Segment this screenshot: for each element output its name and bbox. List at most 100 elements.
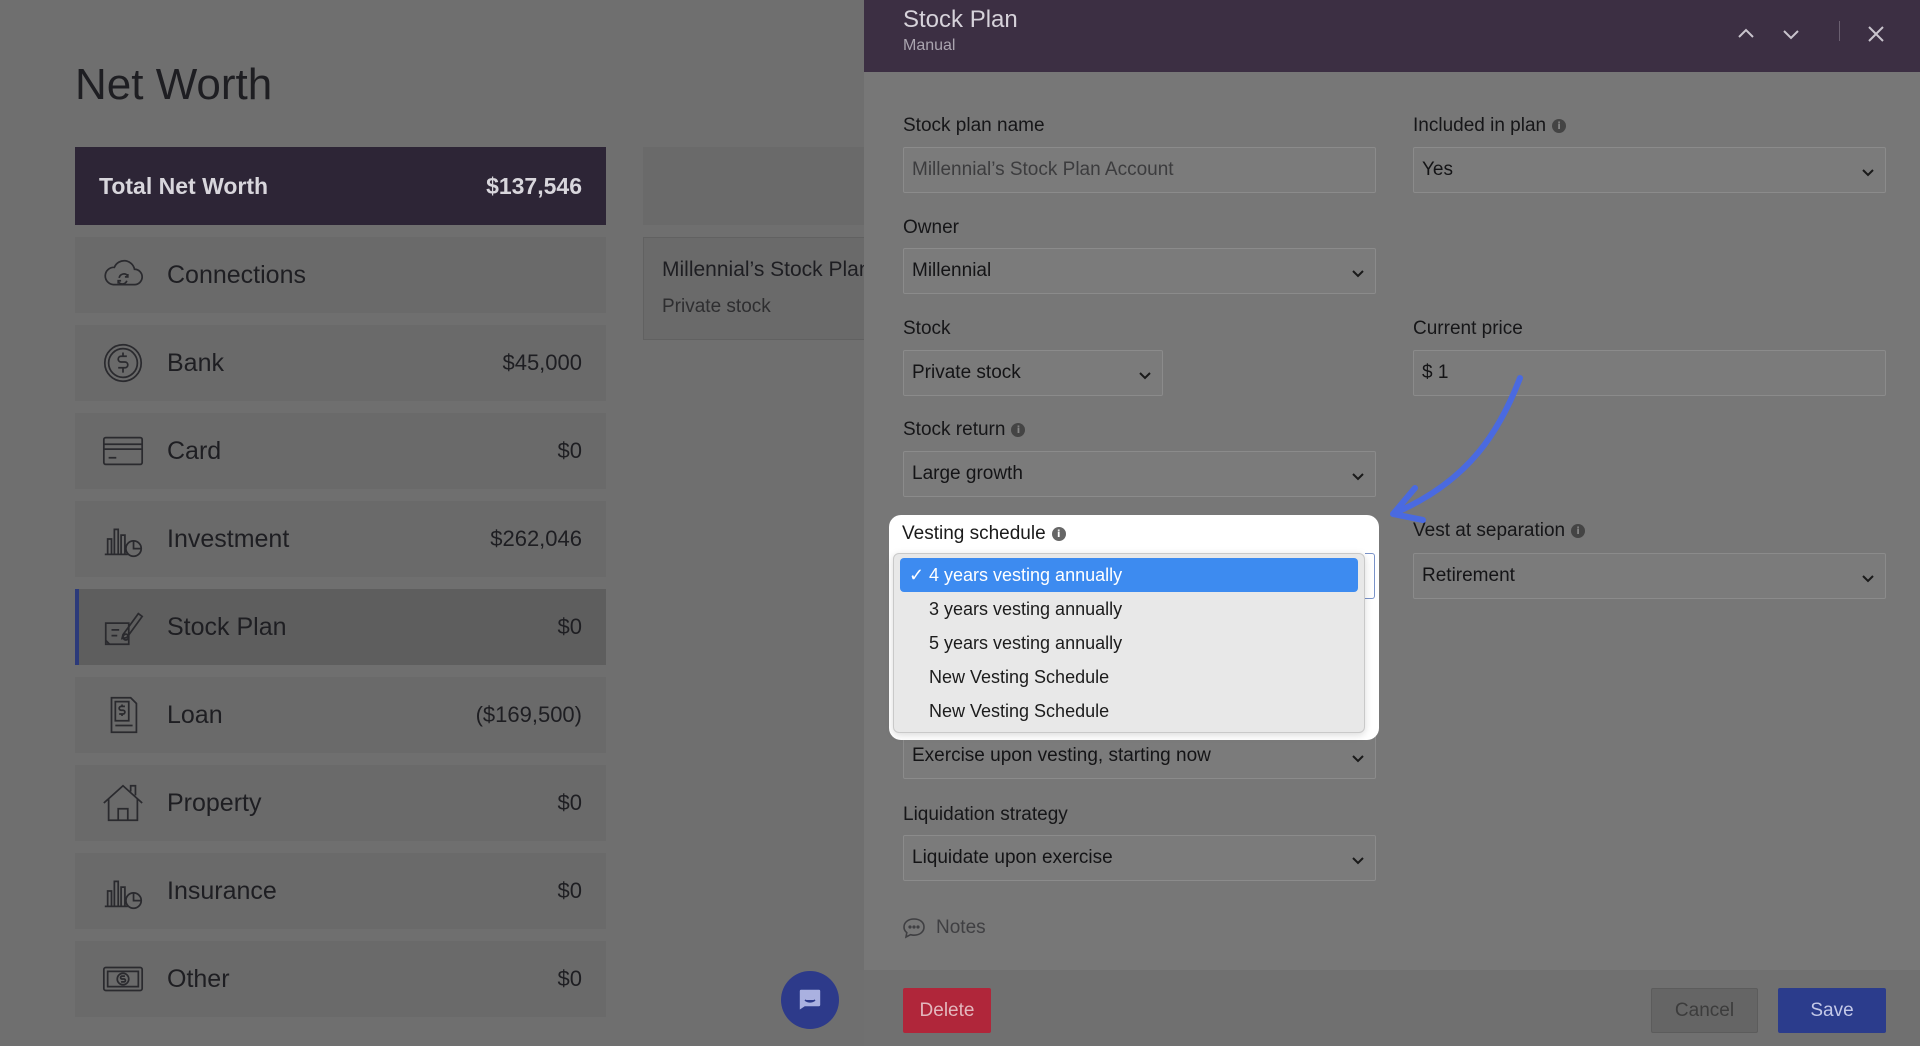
- vest-at-separation-select[interactable]: Retirement: [1413, 553, 1886, 599]
- label-text: Stock return: [903, 419, 1006, 440]
- info-icon[interactable]: i: [1571, 524, 1586, 538]
- info-icon[interactable]: i: [1051, 527, 1066, 541]
- dollar-document-icon: [99, 691, 147, 739]
- total-net-worth-bar[interactable]: Total Net Worth $137,546: [75, 147, 606, 225]
- next-button[interactable]: [1775, 18, 1807, 50]
- cloud-sync-icon: [99, 251, 147, 299]
- stock-return-select[interactable]: Large growth: [903, 451, 1376, 497]
- nav-value: $0: [557, 614, 582, 639]
- nav-label: Insurance: [167, 876, 277, 905]
- chevron-up-icon: [1738, 28, 1754, 38]
- vesting-option[interactable]: New Vesting Schedule: [900, 660, 1358, 694]
- select-value: Millennial: [912, 260, 992, 281]
- checkmark-icon: ✓: [909, 564, 925, 585]
- option-label: 5 years vesting annually: [929, 632, 1123, 653]
- house-icon: [99, 779, 147, 827]
- nav-item-investment[interactable]: Investment $262,046: [75, 501, 606, 577]
- select-value: Liquidate upon exercise: [912, 847, 1113, 868]
- label-text: Current price: [1413, 318, 1523, 339]
- chat-button[interactable]: [781, 971, 839, 1029]
- close-icon: [1868, 26, 1884, 42]
- save-button[interactable]: Save: [1778, 988, 1886, 1033]
- vesting-option[interactable]: 3 years vesting annually: [900, 592, 1358, 626]
- nav-item-property[interactable]: Property $0: [75, 765, 606, 841]
- placeholder-text: Millennial’s Stock Plan Account: [912, 159, 1174, 180]
- select-value: Retirement: [1422, 565, 1515, 586]
- liquidation-strategy-select[interactable]: Liquidate upon exercise: [903, 835, 1376, 881]
- nav-label: Other: [167, 964, 230, 993]
- close-button[interactable]: [1860, 18, 1892, 50]
- nav-value: $0: [557, 878, 582, 903]
- chevron-down-icon: [1351, 749, 1365, 763]
- select-value: Private stock: [912, 362, 1021, 383]
- stock-plan-name-input[interactable]: Millennial’s Stock Plan Account: [903, 147, 1376, 193]
- stock-label: Stock: [903, 318, 951, 340]
- owner-select[interactable]: Millennial: [903, 248, 1376, 294]
- nav-label: Connections: [167, 260, 306, 289]
- option-label: 4 years vesting annually: [929, 564, 1123, 585]
- owner-label: Owner: [903, 217, 959, 239]
- included-in-plan-select[interactable]: Yes: [1413, 147, 1886, 193]
- option-label: New Vesting Schedule: [929, 700, 1110, 721]
- drawer-header: Stock Plan Manual: [864, 0, 1920, 72]
- banknote-icon: [99, 955, 147, 1003]
- stock-return-label: Stock return i: [903, 419, 1026, 441]
- info-icon[interactable]: i: [1011, 423, 1026, 437]
- select-value: Large growth: [912, 463, 1023, 484]
- account-card-subtitle: Private stock: [662, 296, 771, 317]
- vesting-schedule-highlight: Vesting schedule i ✓ 4 years vesting ann…: [889, 515, 1379, 740]
- stock-select[interactable]: Private stock: [903, 350, 1163, 396]
- chevron-down-icon: [1783, 30, 1799, 40]
- nav-value: $0: [557, 966, 582, 991]
- label-text: Stock plan name: [903, 115, 1045, 136]
- label-text: Owner: [903, 217, 959, 238]
- vesting-option[interactable]: 5 years vesting annually: [900, 626, 1358, 660]
- nav-label: Investment: [167, 524, 290, 553]
- label-text: Stock: [903, 318, 951, 339]
- label-text: Vesting schedule: [902, 523, 1046, 544]
- nav-item-card[interactable]: Card $0: [75, 413, 606, 489]
- dollar-coin-icon: [99, 339, 147, 387]
- vesting-option-selected[interactable]: ✓ 4 years vesting annually: [900, 558, 1358, 592]
- vesting-schedule-options: ✓ 4 years vesting annually 3 years vesti…: [893, 553, 1365, 733]
- chevron-down-icon: [1861, 569, 1875, 583]
- account-category-list: Total Net Worth $137,546 Connections Ban…: [75, 147, 606, 1017]
- account-card-title: Millennial’s Stock Plan: [662, 258, 868, 281]
- previous-button[interactable]: [1730, 18, 1762, 50]
- nav-item-insurance[interactable]: Insurance $0: [75, 853, 606, 929]
- option-label: 3 years vesting annually: [929, 598, 1123, 619]
- notes-link[interactable]: Notes: [902, 917, 986, 939]
- stock-plan-name-label: Stock plan name: [903, 115, 1045, 137]
- liquidation-strategy-label: Liquidation strategy: [903, 804, 1068, 826]
- select-value: Yes: [1422, 159, 1453, 180]
- delete-button[interactable]: Delete: [903, 988, 991, 1033]
- cancel-button[interactable]: Cancel: [1651, 988, 1758, 1033]
- chevron-down-icon: [1351, 851, 1365, 865]
- signed-certificate-icon: [99, 603, 147, 651]
- drawer-subtitle: Manual: [903, 37, 956, 54]
- total-label: Total Net Worth: [99, 172, 269, 199]
- annotation-arrow-icon: [1390, 375, 1523, 523]
- nav-item-connections[interactable]: Connections: [75, 237, 606, 313]
- info-icon[interactable]: i: [1552, 119, 1567, 133]
- nav-label: Property: [167, 788, 262, 817]
- nav-item-bank[interactable]: Bank $45,000: [75, 325, 606, 401]
- page-title: Net Worth: [75, 60, 273, 109]
- current-price-label: Current price: [1413, 318, 1523, 340]
- net-worth-page: Net Worth Total Net Worth $137,546 Conne…: [0, 0, 868, 1046]
- nav-value: $45,000: [502, 350, 582, 375]
- account-card[interactable]: Millennial’s Stock Plan Private stock: [643, 237, 868, 340]
- vesting-schedule-select[interactable]: [1365, 553, 1375, 599]
- drawer-footer: [864, 970, 1920, 1046]
- drawer-title: Stock Plan: [903, 6, 1018, 33]
- nav-item-stock-plan[interactable]: Stock Plan $0: [75, 589, 606, 665]
- nav-item-other[interactable]: Other $0: [75, 941, 606, 1017]
- nav-value: $262,046: [490, 526, 582, 551]
- header-divider: [1839, 21, 1840, 41]
- included-in-plan-label: Included in plan i: [1413, 115, 1567, 137]
- chat-icon: [798, 988, 822, 1013]
- vesting-option[interactable]: New Vesting Schedule: [900, 694, 1358, 728]
- nav-label: Bank: [167, 348, 224, 377]
- label-text: Included in plan: [1413, 115, 1547, 136]
- nav-item-loan[interactable]: Loan ($169,500): [75, 677, 606, 753]
